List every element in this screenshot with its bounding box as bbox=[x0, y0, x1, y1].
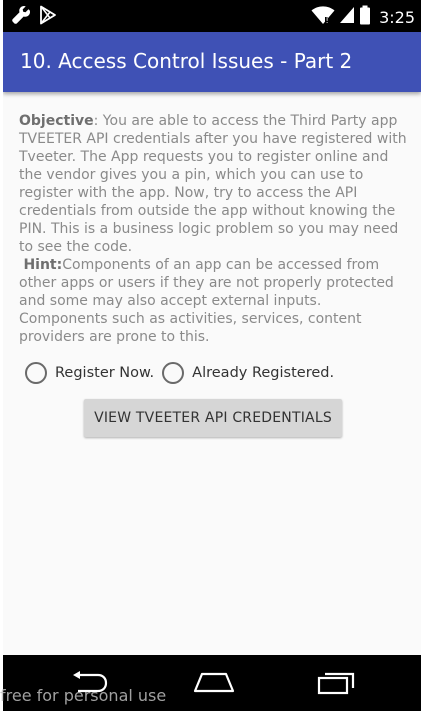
hint-text: Components of an app can be accessed fro… bbox=[19, 257, 394, 345]
wifi-icon: ! bbox=[311, 4, 335, 31]
radio-button-unchecked-icon[interactable] bbox=[162, 362, 185, 384]
battery-icon bbox=[359, 5, 371, 30]
wrench-icon bbox=[11, 5, 31, 30]
already-registered-radio[interactable]: Already Registered. bbox=[162, 362, 334, 384]
status-left-icons bbox=[11, 5, 57, 30]
register-now-label[interactable]: Register Now. bbox=[55, 365, 154, 381]
home-icon[interactable] bbox=[192, 671, 236, 698]
svg-text:!: ! bbox=[326, 16, 329, 25]
objective-text: : You are able to access the Third Party… bbox=[19, 113, 407, 255]
instructions-text: Objective: You are able to access the Th… bbox=[19, 112, 409, 346]
play-store-icon bbox=[39, 5, 57, 30]
hint-paragraph: Hint:Components of an app can be accesse… bbox=[19, 256, 409, 346]
hint-label: Hint: bbox=[23, 257, 63, 273]
objective-paragraph: Objective: You are able to access the Th… bbox=[19, 112, 409, 256]
recents-icon[interactable] bbox=[317, 669, 357, 700]
status-time: 3:25 bbox=[379, 8, 415, 27]
watermark-text: free for personal use bbox=[0, 686, 167, 705]
view-credentials-button[interactable]: VIEW TVEETER API CREDENTIALS bbox=[84, 399, 342, 437]
signal-icon bbox=[339, 5, 355, 30]
page-title: 10. Access Control Issues - Part 2 bbox=[20, 49, 353, 73]
already-registered-label[interactable]: Already Registered. bbox=[192, 365, 334, 381]
app-bar: 10. Access Control Issues - Part 2 bbox=[3, 32, 421, 92]
register-now-radio[interactable]: Register Now. bbox=[25, 362, 154, 384]
registration-radio-group: Register Now. Already Registered. bbox=[25, 362, 340, 384]
status-bar: ! 3:25 bbox=[3, 0, 421, 32]
objective-label: Objective bbox=[19, 113, 94, 129]
radio-button-unchecked-icon[interactable] bbox=[25, 362, 47, 384]
status-right-icons: ! 3:25 bbox=[311, 4, 415, 31]
device-screen: ! 3:25 10. Access Control Issues - Part … bbox=[3, 0, 421, 711]
